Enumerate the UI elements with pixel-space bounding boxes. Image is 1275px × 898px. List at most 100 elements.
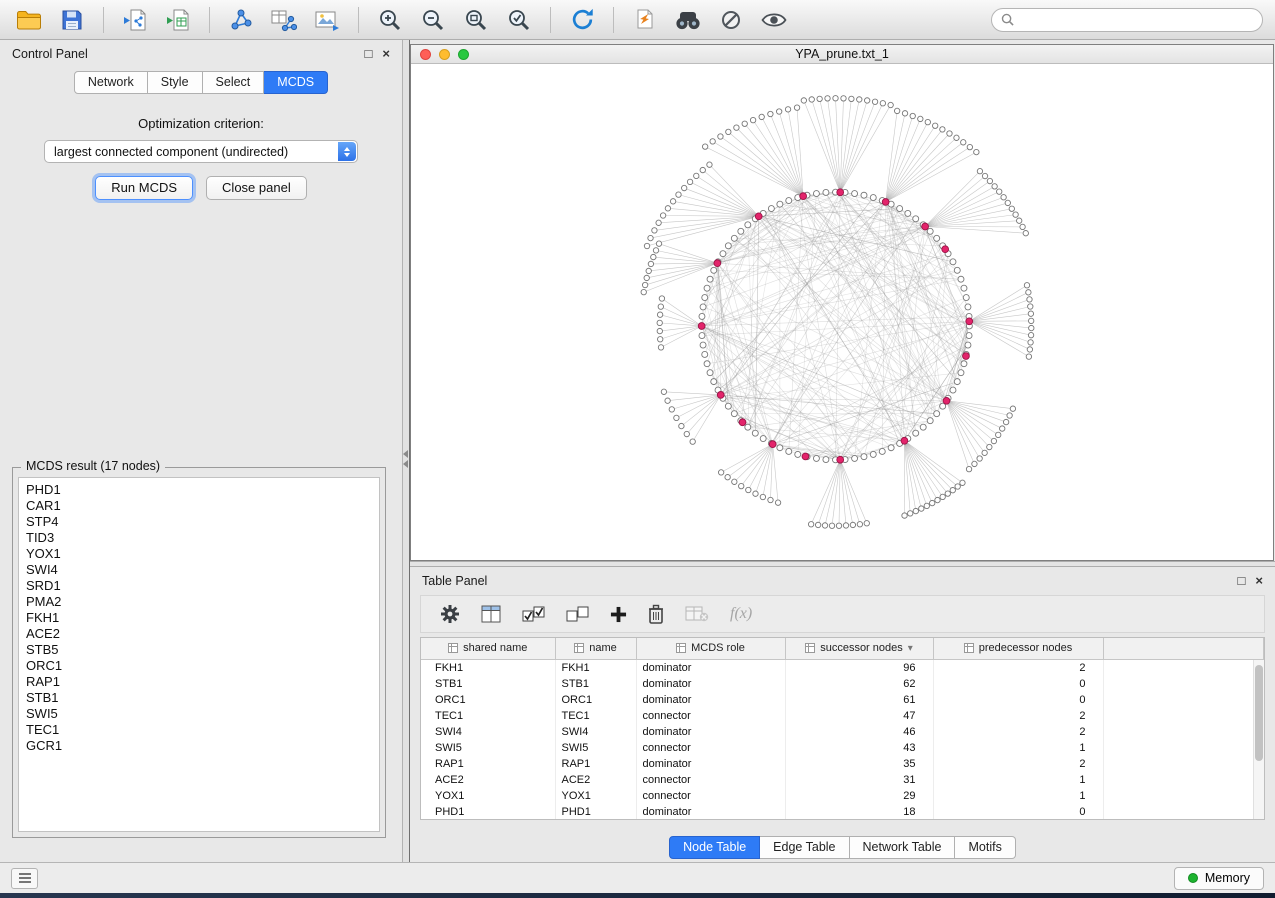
network-node[interactable] <box>669 407 674 412</box>
network-node[interactable] <box>652 228 657 233</box>
network-node[interactable] <box>665 398 670 403</box>
network-node[interactable] <box>919 506 924 511</box>
network-node[interactable] <box>674 415 679 420</box>
table-cell[interactable]: connector <box>636 772 785 788</box>
network-node[interactable] <box>786 448 792 454</box>
add-column-button[interactable] <box>610 606 627 623</box>
network-node[interactable] <box>897 206 903 212</box>
network-node[interactable] <box>760 494 765 499</box>
network-node[interactable] <box>794 105 799 110</box>
network-node[interactable] <box>894 108 899 113</box>
network-node-dominator[interactable] <box>901 437 908 444</box>
network-node[interactable] <box>987 444 992 449</box>
network-node[interactable] <box>852 455 858 461</box>
network-node[interactable] <box>768 497 773 502</box>
import-network-button[interactable] <box>118 5 152 35</box>
table-row[interactable]: STB1STB1dominator620 <box>421 676 1264 692</box>
result-node-item[interactable]: ORC1 <box>26 658 379 674</box>
network-node[interactable] <box>659 296 664 301</box>
network-node[interactable] <box>997 189 1002 194</box>
table-cell[interactable]: 35 <box>785 756 933 772</box>
table-cell[interactable]: YOX1 <box>555 788 636 804</box>
network-node[interactable] <box>1026 290 1031 295</box>
table-cell[interactable]: 18 <box>785 804 933 820</box>
network-node[interactable] <box>823 457 829 463</box>
result-node-item[interactable]: FKH1 <box>26 610 379 626</box>
network-node[interactable] <box>660 213 665 218</box>
network-node[interactable] <box>775 500 780 505</box>
network-node[interactable] <box>967 144 972 149</box>
table-cell[interactable]: ACE2 <box>421 772 555 788</box>
table-row[interactable]: ACE2ACE2connector311 <box>421 772 1264 788</box>
network-node[interactable] <box>857 97 862 102</box>
panel-configuration-button[interactable] <box>11 868 38 889</box>
network-node[interactable] <box>665 206 670 211</box>
search-input[interactable] <box>1020 13 1253 27</box>
import-table-button[interactable] <box>161 5 195 35</box>
network-node[interactable] <box>745 424 751 430</box>
result-node-item[interactable]: SWI4 <box>26 562 379 578</box>
network-node[interactable] <box>925 119 930 124</box>
network-node[interactable] <box>750 117 755 122</box>
network-node-dominator[interactable] <box>755 213 762 220</box>
network-node[interactable] <box>786 198 792 204</box>
table-row[interactable]: RAP1RAP1dominator352 <box>421 756 1264 772</box>
network-node[interactable] <box>681 185 686 190</box>
network-node[interactable] <box>910 113 915 118</box>
network-node[interactable] <box>1028 311 1033 316</box>
network-node[interactable] <box>656 241 661 246</box>
table-cell[interactable]: TEC1 <box>555 708 636 724</box>
network-node-dominator[interactable] <box>717 392 724 399</box>
network-node[interactable] <box>888 445 894 451</box>
network-node[interactable] <box>940 127 945 132</box>
network-node[interactable] <box>950 259 956 265</box>
network-node[interactable] <box>932 123 937 128</box>
network-node[interactable] <box>718 134 723 139</box>
network-node[interactable] <box>888 102 893 107</box>
table-cell[interactable]: PHD1 <box>555 804 636 820</box>
network-node[interactable] <box>945 491 950 496</box>
network-node[interactable] <box>966 466 971 471</box>
network-node[interactable] <box>924 503 929 508</box>
table-row[interactable]: ORC1ORC1dominator610 <box>421 692 1264 708</box>
network-from-table-button[interactable] <box>267 5 301 35</box>
network-node[interactable] <box>954 135 959 140</box>
table-row[interactable]: SWI5SWI5connector431 <box>421 740 1264 756</box>
tab-network[interactable]: Network <box>74 71 148 94</box>
network-node[interactable] <box>720 251 726 257</box>
table-cell[interactable]: 43 <box>785 740 933 756</box>
tab-edge-table[interactable]: Edge Table <box>760 836 849 859</box>
result-node-item[interactable]: SWI5 <box>26 706 379 722</box>
table-cell[interactable]: connector <box>636 708 785 724</box>
close-panel-icon[interactable]: × <box>1255 574 1263 587</box>
export-image-button[interactable] <box>310 5 344 35</box>
network-node[interactable] <box>658 345 663 350</box>
network-node[interactable] <box>700 342 706 348</box>
network-node[interactable] <box>965 342 971 348</box>
network-node[interactable] <box>1028 332 1033 337</box>
network-node[interactable] <box>661 389 666 394</box>
network-node[interactable] <box>732 479 737 484</box>
network-node[interactable] <box>711 379 717 385</box>
network-node[interactable] <box>1027 297 1032 302</box>
network-node[interactable] <box>947 131 952 136</box>
network-node-dominator[interactable] <box>942 246 949 253</box>
network-node[interactable] <box>700 167 705 172</box>
table-cell[interactable]: dominator <box>636 724 785 740</box>
table-cell[interactable]: ORC1 <box>555 692 636 708</box>
network-node[interactable] <box>977 168 982 173</box>
network-node[interactable] <box>742 121 747 126</box>
network-node[interactable] <box>950 487 955 492</box>
network-node[interactable] <box>644 275 649 280</box>
network-node[interactable] <box>813 191 819 197</box>
network-node[interactable] <box>920 424 926 430</box>
show-columns-button[interactable] <box>481 605 501 623</box>
network-node[interactable] <box>934 411 940 417</box>
table-row[interactable]: PHD1PHD1dominator180 <box>421 804 1264 820</box>
minimize-window-icon[interactable] <box>439 49 450 60</box>
table-cell[interactable]: 62 <box>785 676 933 692</box>
network-node[interactable] <box>861 454 867 460</box>
table-cell[interactable]: dominator <box>636 676 785 692</box>
zoom-selected-button[interactable] <box>502 5 536 35</box>
network-node[interactable] <box>690 439 695 444</box>
